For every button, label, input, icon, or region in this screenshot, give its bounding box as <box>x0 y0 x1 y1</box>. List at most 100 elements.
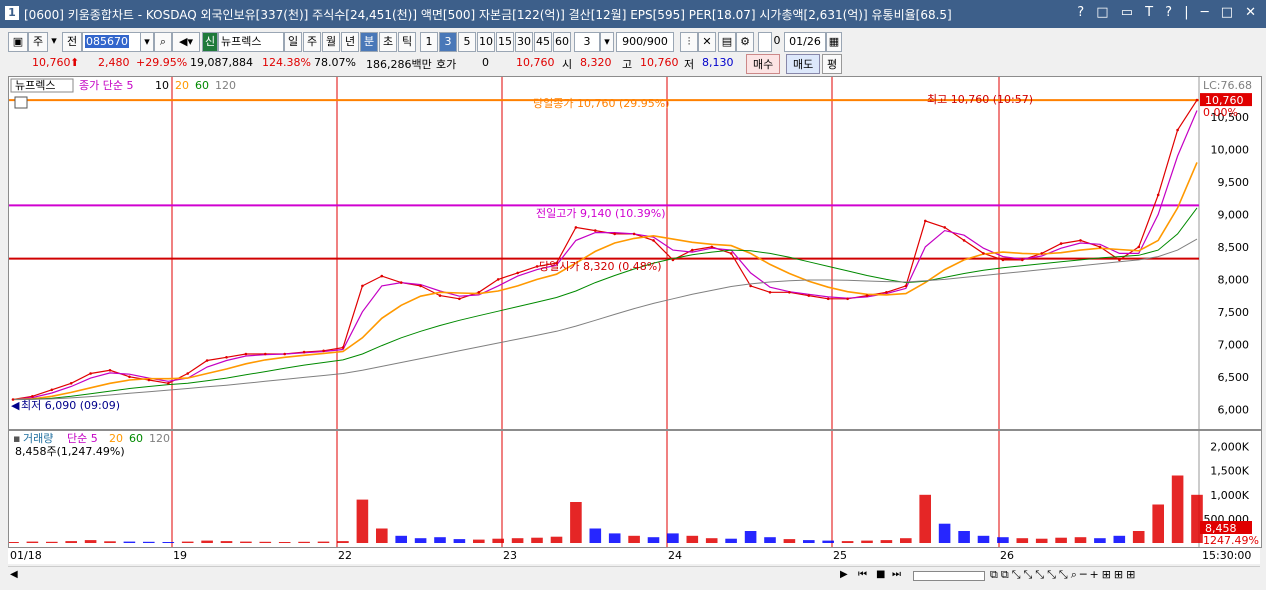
candle-type-icon[interactable]: ⫶ <box>680 32 698 52</box>
ma-period-label: 60 <box>195 79 209 92</box>
price-point <box>729 252 733 255</box>
interval-button[interactable]: 10 <box>477 32 495 52</box>
volume-bar <box>977 535 990 543</box>
price-tick-label: 8,500 <box>1218 241 1250 254</box>
stock-code-input[interactable]: 085670 <box>82 32 142 52</box>
volume-bar <box>395 535 407 543</box>
prev-button[interactable]: 전 <box>62 32 82 52</box>
series-line-종가 <box>12 99 1198 401</box>
price-point <box>496 278 500 281</box>
period-button[interactable]: 년 <box>341 32 359 52</box>
volume-rate: 124.38% <box>262 56 311 69</box>
volume-tick-label: 1,000K <box>1210 489 1249 502</box>
price-point <box>302 350 306 354</box>
date-axis-label: 23 <box>503 549 517 562</box>
period-button[interactable]: 틱 <box>398 32 416 52</box>
volume-bar <box>686 535 699 543</box>
price-tick-label: 6,500 <box>1218 371 1250 384</box>
price-point <box>574 226 578 229</box>
volume-bar <box>803 540 815 543</box>
date-checkbox[interactable] <box>758 32 772 52</box>
volume-bar <box>1191 494 1203 543</box>
volume-bar <box>919 494 931 543</box>
settings-icon[interactable]: ⚙ <box>736 32 754 52</box>
interval-input[interactable]: 3 <box>574 32 600 52</box>
save-icon[interactable]: ▤ <box>718 32 736 52</box>
fast-forward-icon[interactable]: ⏭ <box>892 569 901 580</box>
price-point <box>1118 258 1121 262</box>
sound-icon[interactable]: ◀▾ <box>172 32 200 52</box>
price-chart-panel[interactable]: 6,000 6,500 7,000 7,500 8,000 8,500 9,000 9,500… <box>8 76 1262 430</box>
scroll-left-icon[interactable]: ◀ <box>10 569 18 580</box>
calendar-icon[interactable]: ▦ <box>826 32 842 52</box>
interval-button[interactable]: 1 <box>420 32 438 52</box>
buy-button[interactable]: 매수 <box>746 54 781 74</box>
market-dropdown-icon[interactable]: ▾ <box>48 32 60 50</box>
interval-button[interactable]: 60 <box>553 32 571 52</box>
price-point <box>1001 258 1005 262</box>
scroll-bar[interactable]: ◀ ▶ ⏮ ■ ⏭ ⧉⧉⤡⤡⤡⤡⤡⌕─+⊞⊞⊞ <box>8 566 1260 585</box>
sell-button[interactable]: 매도 <box>786 54 821 74</box>
crosshair-icon[interactable]: ✕ <box>698 32 716 52</box>
volume-bar <box>65 541 77 543</box>
price-tick-label: 6,000 <box>1218 403 1250 416</box>
volume-label: 거래량 <box>23 432 53 445</box>
rewind-icon[interactable]: ⏮ <box>858 569 867 580</box>
time-axis-label: 15:30:00 <box>1202 549 1252 562</box>
series-line-60 <box>12 207 1198 400</box>
avg-button[interactable]: 평 <box>822 54 843 74</box>
volume-bar <box>550 536 563 543</box>
price-point <box>69 382 73 385</box>
period-button[interactable]: 일 <box>284 32 302 52</box>
interval-button[interactable]: 15 <box>496 32 514 52</box>
interval-button[interactable]: 5 <box>458 32 476 52</box>
search-icon[interactable]: ⌕ <box>154 32 172 52</box>
code-dropdown-icon[interactable]: ▾ <box>140 32 154 52</box>
price-point <box>1176 128 1179 132</box>
date-axis-label: 24 <box>668 549 682 562</box>
volume-bar <box>356 499 369 543</box>
interval-dropdown-icon[interactable]: ▾ <box>600 32 614 52</box>
period-button[interactable]: 초 <box>379 32 397 52</box>
volume-bar <box>938 523 951 543</box>
lc-label: LC:76.68 <box>1203 79 1252 92</box>
price-point <box>477 291 481 294</box>
interval-button[interactable]: 3 <box>439 32 457 52</box>
price-tick-label: 8,000 <box>1218 273 1250 286</box>
volume-bar <box>434 537 446 543</box>
period-button[interactable]: 분 <box>360 32 378 52</box>
volume-bar <box>725 538 737 543</box>
price-point <box>89 372 92 375</box>
count-input[interactable]: 900/900 <box>616 32 674 52</box>
date-input[interactable]: 01/26 <box>784 32 826 52</box>
volume-bar <box>259 541 272 543</box>
layout-icon[interactable]: ▣ <box>8 32 28 52</box>
volume-bar <box>1152 504 1164 543</box>
interval-button[interactable]: 30 <box>515 32 533 52</box>
price-point <box>147 378 151 382</box>
price-point <box>652 239 655 242</box>
stop-icon[interactable]: ■ <box>876 569 885 580</box>
period-button[interactable]: 월 <box>322 32 340 52</box>
price-point <box>361 284 364 288</box>
hoga-label: 호가 <box>436 58 457 71</box>
price-point <box>186 372 189 375</box>
chart-window: 1 [0600] 키움종합차트 - KOSDAQ 외국인보유[337(천)] 주… <box>0 0 1266 590</box>
zoom-slider[interactable] <box>913 571 985 581</box>
interval-button[interactable]: 45 <box>534 32 552 52</box>
drawing-tools-icon[interactable]: ⧉⧉⤡⤡⤡⤡⤡⌕─+⊞⊞⊞ <box>990 568 1138 582</box>
ma-label: 종가 단순 5 <box>79 79 133 92</box>
window-controls[interactable]: ? □ ▭ T ? | ─ □ ✕ <box>1077 5 1260 20</box>
volume-chart-panel[interactable]: 500,000 1,000K 1,500K 2,000K ▪ 거래량 단순 5 20 60 120… <box>7 430 1262 548</box>
toolbar: ▣ 주 ▾ 전 085670 ▾ ⌕ ◀▾ 신 뉴프렉스 일주월년분초틱 135… <box>0 30 1266 52</box>
volume-ma-period-label: 20 <box>109 432 123 445</box>
market-toggle[interactable]: 주 <box>28 32 48 52</box>
period-button[interactable]: 주 <box>303 32 321 52</box>
price-point <box>982 252 985 255</box>
hoga-price: 10,760 <box>516 56 555 69</box>
high-annotation: 최고 10,760 (10:57) <box>927 93 1033 106</box>
price-point <box>419 284 422 288</box>
volume-bar <box>26 541 39 543</box>
scroll-right-icon[interactable]: ▶ <box>840 569 848 580</box>
volume-bar <box>162 542 175 543</box>
